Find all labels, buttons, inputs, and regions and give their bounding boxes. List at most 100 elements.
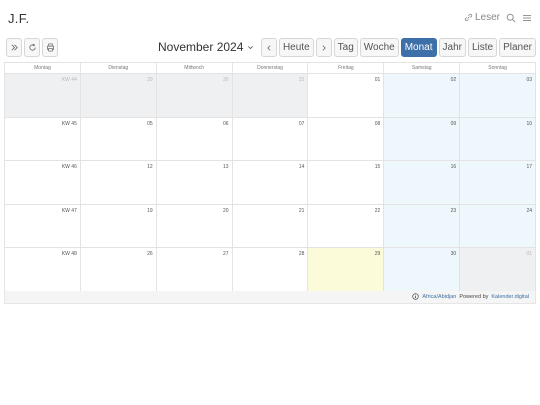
week-number[interactable]: KW 44 <box>62 77 77 83</box>
menu-icon[interactable] <box>522 13 532 23</box>
week-row: KW 44 29 30 31 01 02 03 <box>5 74 537 118</box>
timezone-link[interactable]: Africa/Abidjan <box>422 294 456 300</box>
day-cell[interactable]: 10 <box>460 117 537 162</box>
view-week-button[interactable]: Woche <box>359 38 399 57</box>
day-cell[interactable]: 17 <box>460 161 537 205</box>
day-number: 14 <box>298 164 305 171</box>
week-row: KW 46 12 13 14 15 16 17 <box>5 161 537 205</box>
view-list-button[interactable]: Liste <box>467 38 498 57</box>
day-cell[interactable]: 12 <box>80 161 157 205</box>
day-cell[interactable]: 26 <box>80 248 157 292</box>
day-number: 10 <box>526 120 533 127</box>
day-cell[interactable]: 15 <box>308 161 385 205</box>
week-number[interactable]: KW 45 <box>62 121 77 127</box>
day-cell-today[interactable]: 29 <box>308 248 385 292</box>
day-number: 01 <box>526 251 533 258</box>
top-bar: J.F. Leser <box>0 0 540 36</box>
day-cell[interactable]: 27 <box>156 248 233 292</box>
day-cell[interactable]: 21 <box>232 204 309 249</box>
month-title: November 2024 <box>158 40 244 54</box>
week-row: KW 47 19 20 21 22 23 24 <box>5 204 537 249</box>
refresh-button[interactable] <box>24 38 40 57</box>
chevron-down-icon <box>247 44 254 51</box>
day-cell[interactable]: 05 <box>80 117 157 162</box>
day-number: 29 <box>374 251 381 258</box>
day-cell[interactable]: 01 <box>308 74 385 118</box>
prev-month-button[interactable] <box>260 38 277 57</box>
top-right-actions: Leser <box>464 12 532 23</box>
day-cell[interactable]: 31 <box>232 74 309 118</box>
weekday-sunday: Sonntag <box>460 63 537 74</box>
refresh-icon <box>28 43 37 52</box>
reader-label: Leser <box>474 12 500 23</box>
today-button[interactable]: Heute <box>278 38 314 57</box>
week-number[interactable]: KW 48 <box>62 251 77 257</box>
day-cell[interactable]: 24 <box>460 204 537 249</box>
day-cell[interactable]: 22 <box>308 204 385 249</box>
day-cell[interactable]: 14 <box>232 161 309 205</box>
day-number: 03 <box>526 77 533 83</box>
day-cell[interactable]: KW 47 <box>5 204 81 249</box>
search-icon[interactable] <box>506 13 516 23</box>
day-cell[interactable]: 23 <box>384 204 461 249</box>
day-number: 09 <box>450 120 457 127</box>
day-number: 21 <box>298 207 305 214</box>
collapse-sidebar-button[interactable] <box>6 38 22 57</box>
week-number[interactable]: KW 47 <box>62 208 77 214</box>
month-title-dropdown[interactable]: November 2024 <box>158 40 254 54</box>
view-day-button[interactable]: Tag <box>333 38 358 57</box>
view-year-button[interactable]: Jahr <box>438 38 466 57</box>
day-number: 07 <box>298 120 305 127</box>
day-cell[interactable]: 28 <box>232 248 309 292</box>
day-cell[interactable]: KW 46 <box>5 161 81 205</box>
day-number: 13 <box>223 164 229 171</box>
day-cell[interactable]: 07 <box>232 117 309 162</box>
print-button[interactable] <box>42 38 58 57</box>
day-number: 23 <box>450 207 457 214</box>
day-number: 30 <box>223 77 229 83</box>
view-month-button[interactable]: Monat <box>400 38 437 57</box>
calendar-toolbar: November 2024 Heute Tag Woche Monat Jahr… <box>4 37 536 59</box>
day-number: 20 <box>223 207 229 214</box>
day-cell[interactable]: 08 <box>308 117 385 162</box>
day-cell[interactable]: 30 <box>156 74 233 118</box>
day-number: 06 <box>223 120 229 127</box>
weekday-saturday: Samstag <box>384 63 461 74</box>
day-number: 12 <box>147 164 153 171</box>
day-cell[interactable]: 30 <box>384 248 461 292</box>
day-number: 29 <box>147 77 153 83</box>
day-number: 27 <box>223 251 229 258</box>
app-brand: J.F. <box>8 11 30 26</box>
day-cell[interactable]: 01 <box>460 248 537 292</box>
month-grid: Montag Dienstag Mittwoch Donnerstag Frei… <box>4 62 537 292</box>
view-planner-button[interactable]: Planer <box>499 38 536 57</box>
next-month-button[interactable] <box>315 38 332 57</box>
week-number[interactable]: KW 46 <box>62 164 77 170</box>
day-number: 26 <box>147 251 153 258</box>
reader-link[interactable]: Leser <box>464 12 500 23</box>
week-row: KW 45 05 06 07 08 09 10 <box>5 117 537 162</box>
day-number: 16 <box>450 164 457 171</box>
day-number: 01 <box>374 77 381 83</box>
powered-by-label: Powered by <box>459 293 489 300</box>
day-cell[interactable]: KW 45 <box>5 117 81 162</box>
day-number: 02 <box>450 77 457 83</box>
chevron-left-icon <box>265 44 273 52</box>
day-cell[interactable]: 29 <box>80 74 157 118</box>
day-number: 28 <box>298 251 305 258</box>
day-cell[interactable]: 13 <box>156 161 233 205</box>
day-cell[interactable]: 02 <box>384 74 461 118</box>
day-cell[interactable]: KW 44 <box>5 74 81 118</box>
day-number: 05 <box>147 120 153 127</box>
day-cell[interactable]: 09 <box>384 117 461 162</box>
day-cell[interactable]: 03 <box>460 74 537 118</box>
day-number: 31 <box>298 77 305 83</box>
day-cell[interactable]: 06 <box>156 117 233 162</box>
day-cell[interactable]: KW 48 <box>5 248 81 292</box>
day-cell[interactable]: 20 <box>156 204 233 249</box>
print-icon <box>46 43 55 52</box>
day-cell[interactable]: 19 <box>80 204 157 249</box>
powered-by-link[interactable]: Kalender.digital <box>491 294 529 300</box>
day-cell[interactable]: 16 <box>384 161 461 205</box>
weekday-header: Montag Dienstag Mittwoch Donnerstag Frei… <box>5 63 537 74</box>
